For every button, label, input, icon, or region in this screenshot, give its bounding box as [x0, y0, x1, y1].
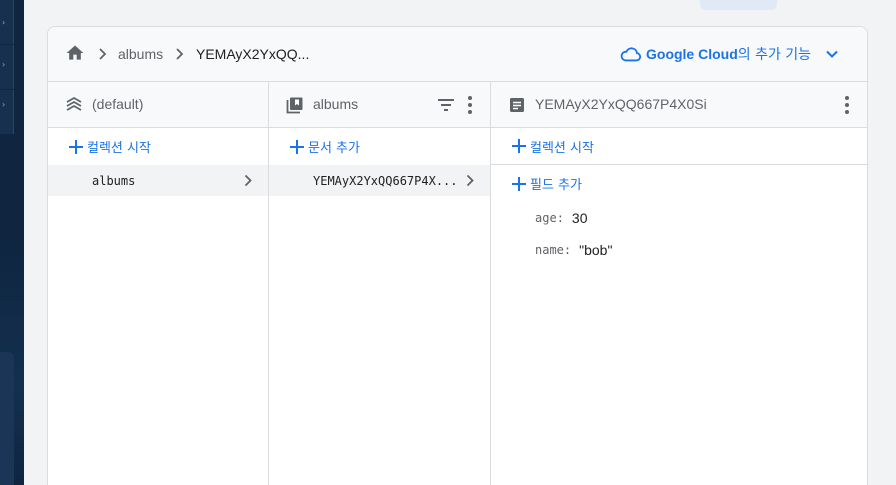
more-vert-icon[interactable]	[844, 95, 850, 115]
google-cloud-brand: Google Cloud	[646, 46, 738, 62]
field-key: age	[535, 211, 557, 225]
plus-icon	[512, 176, 526, 191]
root-column-header: (default)	[48, 82, 268, 128]
collection-column: albums 문서 추가 YEMAyX2YxQQ667P4X...	[269, 82, 491, 485]
start-collection-button[interactable]: 컬렉션 시작	[48, 128, 268, 165]
start-subcollection-label: 컬렉션 시작	[530, 140, 594, 156]
breadcrumb: albums YEMAyX2YxQQ... Google Cloud 의 추가 …	[48, 27, 867, 82]
database-layers-icon	[66, 96, 82, 111]
field-row[interactable]: name: "bob"	[491, 234, 867, 266]
chevron-down-icon[interactable]	[825, 47, 839, 61]
more-vert-icon[interactable]	[467, 95, 473, 115]
plus-icon	[512, 139, 526, 153]
document-title: YEMAyX2YxQQ667P4X0Si	[535, 96, 707, 112]
list-item[interactable]: albums	[48, 165, 268, 196]
add-field-button[interactable]: 필드 추가	[491, 165, 867, 202]
add-field-label: 필드 추가	[530, 178, 582, 193]
firestore-data-panel: albums YEMAyX2YxQQ... Google Cloud 의 추가 …	[47, 26, 868, 485]
collection-name: albums	[92, 173, 136, 188]
field-key: name	[535, 243, 564, 257]
root-column: (default) 컬렉션 시작 albums	[48, 82, 269, 485]
start-collection-label: 컬렉션 시작	[87, 141, 151, 156]
google-cloud-extras-button[interactable]: Google Cloud 의 추가 기능	[620, 43, 839, 65]
home-icon[interactable]	[65, 43, 85, 63]
chevron-right-icon	[99, 48, 107, 60]
toolbar-button[interactable]	[700, 0, 777, 10]
field-value: 30	[571, 210, 588, 226]
chevron-right-icon	[176, 48, 184, 60]
chevron-right-icon: ›	[2, 18, 6, 27]
field-value: "bob"	[579, 242, 613, 258]
list-item[interactable]: YEMAyX2YxQQ667P4X...	[269, 165, 490, 196]
chevron-right-icon	[466, 174, 474, 187]
document-id: YEMAyX2YxQQ667P4X...	[313, 173, 458, 188]
add-document-button[interactable]: 문서 추가	[269, 128, 490, 165]
field-row[interactable]: age: 30	[491, 202, 867, 234]
collection-icon	[286, 97, 303, 114]
google-cloud-suffix: 의 추가 기능	[737, 47, 812, 63]
sidebar-panel	[0, 352, 14, 485]
add-document-label: 문서 추가	[308, 141, 360, 156]
collection-column-header: albums	[269, 82, 490, 128]
plus-icon	[69, 139, 83, 154]
chevron-right-icon	[244, 174, 252, 187]
breadcrumb-document[interactable]: YEMAyX2YxQQ...	[196, 45, 309, 63]
field-separator: :	[556, 211, 564, 225]
start-subcollection-button[interactable]: 컬렉션 시작	[491, 128, 867, 165]
breadcrumb-collection[interactable]: albums	[118, 45, 163, 63]
app-sidebar: › › ›	[0, 0, 24, 485]
filter-icon[interactable]	[437, 97, 455, 113]
plus-icon	[290, 139, 304, 154]
collection-title: albums	[313, 96, 359, 112]
cloud-icon	[620, 47, 642, 62]
chevron-right-icon: ›	[2, 60, 6, 69]
document-column: YEMAyX2YxQQ667P4X0Si 컬렉션 시작 필드 추가 age: 3…	[491, 82, 867, 485]
chevron-right-icon: ›	[2, 100, 6, 109]
root-title: (default)	[92, 96, 144, 112]
sidebar-tab[interactable]	[0, 90, 14, 134]
field-separator: :	[563, 243, 572, 257]
document-column-header: YEMAyX2YxQQ667P4X0Si	[491, 82, 867, 128]
document-icon	[510, 98, 524, 112]
